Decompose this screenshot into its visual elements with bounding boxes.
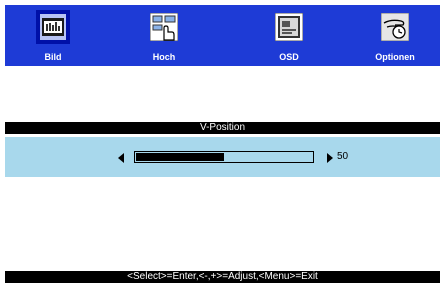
menu-item-optionen[interactable]: Optionen <box>350 5 440 66</box>
menu-item-label: OSD <box>279 52 299 62</box>
decrease-arrow-icon[interactable] <box>118 153 124 163</box>
menu-item-label: Bild <box>44 52 62 62</box>
v-position-slider[interactable] <box>134 151 314 163</box>
slider-fill <box>136 153 224 161</box>
osd-icon <box>275 13 303 41</box>
menu-item-label: Hoch <box>152 52 176 62</box>
picture-icon <box>36 10 70 44</box>
menu-item-hoch[interactable]: Hoch <box>119 5 209 66</box>
menu-item-label: Optionen <box>375 52 415 62</box>
touch-icon <box>150 13 178 41</box>
osd-window: Bild Hoch OSD Optionen V-Position 50 <Se… <box>0 0 445 284</box>
menu-bar: Bild Hoch OSD Optionen <box>5 5 440 66</box>
adjust-row: 50 <box>5 137 440 177</box>
options-hand-icon <box>381 13 409 41</box>
menu-item-osd[interactable]: OSD <box>244 5 334 66</box>
status-hint: <Select>=Enter,<-,+>=Adjust,<Menu>=Exit <box>5 271 440 283</box>
increase-arrow-icon[interactable] <box>327 153 333 163</box>
slider-value: 50 <box>337 151 349 162</box>
setting-title: V-Position <box>5 122 440 134</box>
menu-item-bild[interactable]: Bild <box>8 5 98 66</box>
